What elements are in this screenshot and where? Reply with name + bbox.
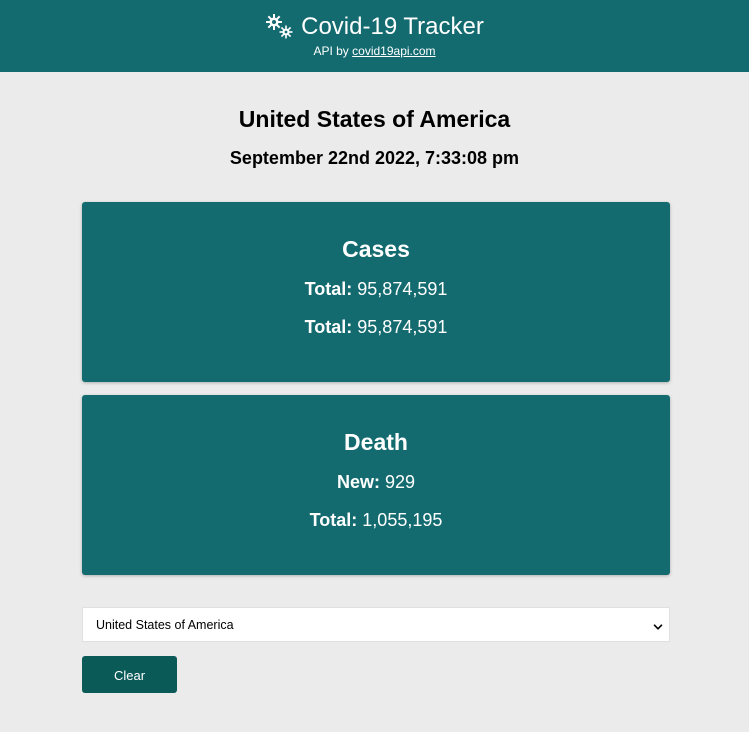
country-select[interactable]: United States of America	[82, 607, 670, 642]
death-card: Death New: 929 Total: 1,055,195	[82, 395, 670, 575]
death-card-title: Death	[344, 429, 408, 455]
api-credit: API by covid19api.com	[0, 43, 749, 59]
death-total-value: 1,055,195	[362, 510, 443, 530]
country-select-value: United States of America	[96, 618, 234, 632]
cases-row-2-label: Total:	[304, 317, 353, 337]
api-link[interactable]: covid19api.com	[352, 44, 435, 58]
app-title: Covid-19 Tracker	[301, 13, 484, 40]
cases-row-2: Total: 95,874,591	[82, 315, 670, 339]
cases-row-1-value: 95,874,591	[357, 279, 448, 299]
cases-card-title: Cases	[342, 236, 410, 262]
cases-row-2-value: 95,874,591	[357, 317, 448, 337]
cases-row-1-label: Total:	[304, 279, 353, 299]
api-credit-prefix: API by	[313, 44, 349, 58]
clear-button[interactable]: Clear	[82, 656, 177, 693]
cases-row-1: Total: 95,874,591	[82, 277, 670, 301]
chevron-down-icon	[653, 619, 663, 630]
death-row-total: Total: 1,055,195	[82, 508, 670, 532]
death-new-value: 929	[384, 472, 416, 492]
cases-card: Cases Total: 95,874,591 Total: 95,874,59…	[82, 202, 670, 382]
app-header: Covid-19 Tracker API by covid19api.com	[0, 0, 749, 72]
last-updated-datetime: September 22nd 2022, 7:33:08 pm	[229, 148, 520, 168]
brand: Covid-19 Tracker	[0, 12, 749, 42]
virus-icon	[265, 13, 295, 41]
death-new-label: New:	[336, 472, 380, 492]
death-row-new: New: 929	[82, 470, 670, 494]
country-title: United States of America	[238, 106, 511, 132]
death-total-label: Total:	[309, 510, 358, 530]
